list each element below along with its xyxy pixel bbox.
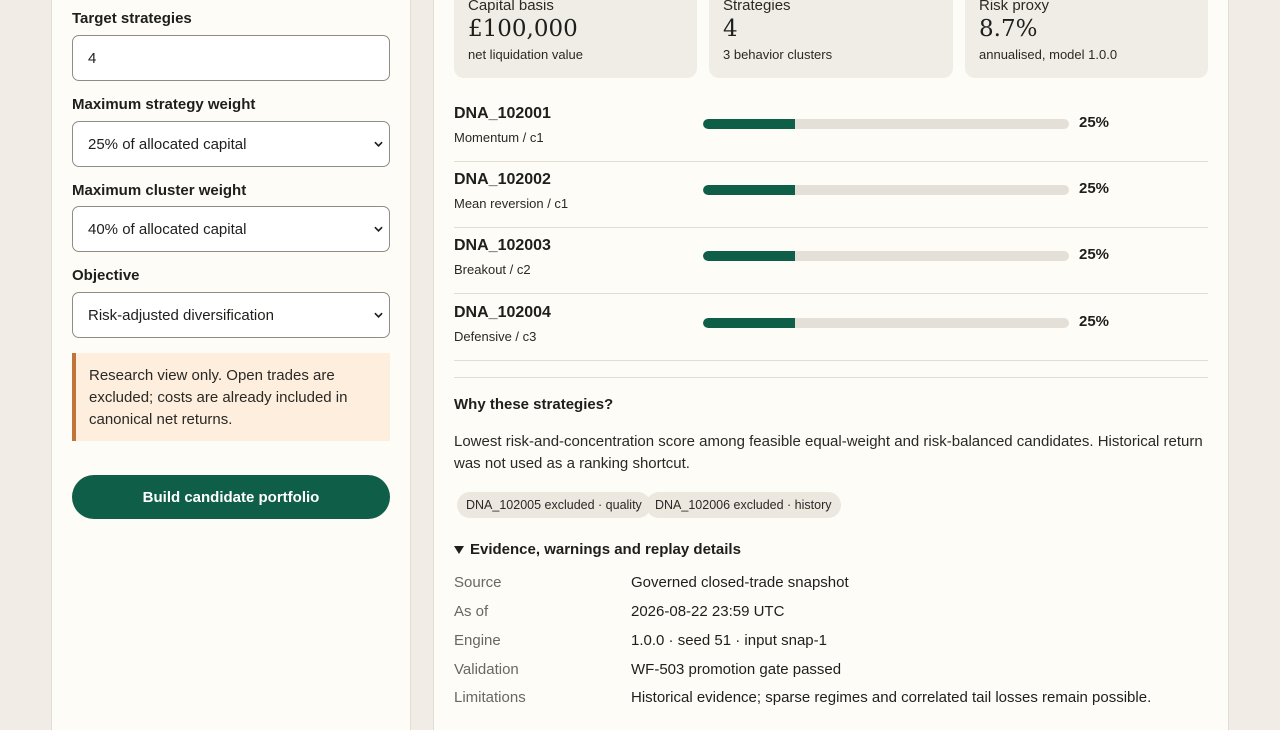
why-title: Why these strategies? xyxy=(454,396,614,413)
detail-value: Governed closed-trade snapshot xyxy=(631,574,849,591)
why-text: Lowest risk-and-concentration score amon… xyxy=(454,433,1203,472)
max-cluster-weight-value: 40% of allocated capital xyxy=(88,220,247,238)
capital-card: Capital basis £100,000 net liquidation v… xyxy=(454,0,697,78)
allocation-row: DNA_102003 Breakout / c2 25% xyxy=(454,227,1208,294)
chevron-down-icon xyxy=(374,226,383,232)
weight-bar-fill xyxy=(703,318,795,328)
objective-select[interactable]: Risk-adjusted diversification xyxy=(72,292,390,338)
target-strategies-value: 4 xyxy=(88,49,97,67)
max-strategy-weight-select[interactable]: 25% of allocated capital xyxy=(72,121,390,167)
detail-key: Validation xyxy=(454,661,519,678)
detail-key: As of xyxy=(454,603,489,620)
capital-sub: net liquidation value xyxy=(468,47,583,62)
excluded-chip: DNA_102006 excluded · history xyxy=(646,492,841,518)
research-notice: Research view only. Open trades are excl… xyxy=(72,353,390,441)
strategy-desc: Momentum / c1 xyxy=(454,130,544,145)
excluded-chip: DNA_102005 excluded · quality xyxy=(457,492,651,518)
strategies-label: Strategies xyxy=(723,0,791,14)
allocation-row: DNA_102002 Mean reversion / c1 25% xyxy=(454,161,1208,228)
strategy-name: DNA_102004 xyxy=(454,304,551,321)
strategy-name: DNA_102001 xyxy=(454,105,551,122)
risk-value: 8.7% xyxy=(979,16,1038,42)
weight-bar-fill xyxy=(703,119,795,129)
strategy-desc: Breakout / c2 xyxy=(454,262,531,277)
objective-value: Risk-adjusted diversification xyxy=(88,306,274,324)
detail-value: Historical evidence; sparse regimes and … xyxy=(631,689,1152,706)
risk-label: Risk proxy xyxy=(979,0,1050,14)
detail-value: 2026-08-22 23:59 UTC xyxy=(631,603,785,620)
allocation-row: DNA_102004 Defensive / c3 25% xyxy=(454,294,1208,361)
capital-label: Capital basis xyxy=(468,0,554,14)
strategies-card: Strategies 4 3 behavior clusters xyxy=(709,0,953,78)
strategies-sub: 3 behavior clusters xyxy=(723,47,833,62)
detail-value: WF-503 promotion gate passed xyxy=(631,661,842,678)
weight-label: 25% xyxy=(1079,313,1110,330)
detail-key: Engine xyxy=(454,632,501,649)
weight-label: 25% xyxy=(1079,180,1110,197)
weight-bar xyxy=(703,185,1069,195)
max-strategy-weight-label: Maximum strategy weight xyxy=(72,96,256,113)
risk-sub: annualised, model 1.0.0 xyxy=(979,47,1118,62)
weight-bar-fill xyxy=(703,251,795,261)
strategy-name: DNA_102002 xyxy=(454,171,551,188)
weight-bar xyxy=(703,119,1069,129)
target-strategies-input[interactable]: 4 xyxy=(72,35,390,81)
max-cluster-weight-label: Maximum cluster weight xyxy=(72,182,247,199)
details-toggle[interactable]: Evidence, warnings and replay details xyxy=(454,541,741,558)
weight-label: 25% xyxy=(1079,114,1110,131)
objective-label: Objective xyxy=(72,267,140,284)
max-cluster-weight-select[interactable]: 40% of allocated capital xyxy=(72,206,390,252)
detail-key: Limitations xyxy=(454,689,526,706)
chevron-down-icon xyxy=(374,141,383,147)
weight-label: 25% xyxy=(1079,246,1110,263)
triangle-down-icon xyxy=(454,545,464,554)
chevron-down-icon xyxy=(374,312,383,318)
strategies-value: 4 xyxy=(723,16,738,42)
detail-key: Source xyxy=(454,574,502,591)
detail-value: 1.0.0 · seed 51 · input snap-1 xyxy=(631,632,827,649)
risk-card: Risk proxy 8.7% annualised, model 1.0.0 xyxy=(965,0,1208,78)
weight-bar xyxy=(703,318,1069,328)
strategy-desc: Defensive / c3 xyxy=(454,329,537,344)
details-summary-label: Evidence, warnings and replay details xyxy=(470,541,741,558)
allocation-row: DNA_102001 Momentum / c1 25% xyxy=(454,95,1208,162)
strategy-name: DNA_102003 xyxy=(454,237,551,254)
weight-bar xyxy=(703,251,1069,261)
build-portfolio-button[interactable]: Build candidate portfolio xyxy=(72,475,390,519)
capital-value: £100,000 xyxy=(468,16,578,42)
target-strategies-label: Target strategies xyxy=(72,10,192,27)
max-strategy-weight-value: 25% of allocated capital xyxy=(88,135,247,153)
strategy-desc: Mean reversion / c1 xyxy=(454,196,569,211)
weight-bar-fill xyxy=(703,185,795,195)
section-divider xyxy=(454,377,1208,378)
